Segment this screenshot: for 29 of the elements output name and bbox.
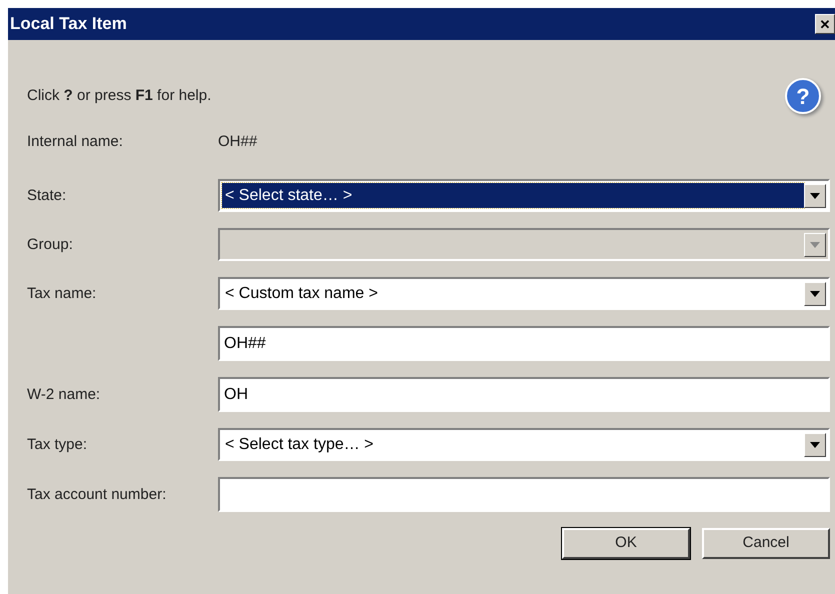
caret-icon [810,192,820,198]
dropdown-button[interactable] [804,282,826,306]
field-label: State: [27,186,66,204]
text-input-field[interactable] [218,477,830,512]
field-label: Group: [27,236,73,252]
field-label: Internal name: [27,133,123,150]
text-input-field[interactable]: OH [218,377,830,412]
internal-name-value: OH## [218,132,258,152]
caret-icon [810,442,820,448]
field-label: Tax account number: [27,486,166,502]
window-title: Local Tax Item [10,13,127,36]
dialog-button[interactable]: Cancel [702,528,830,559]
close-button[interactable]: ✕ [815,14,835,34]
text-input-field[interactable]: OH## [218,326,830,361]
dropdown-field[interactable]: < Custom tax name > [218,277,830,310]
help-hint: Click ? or press F1 for help. [27,86,212,106]
help-button[interactable]: ? [785,78,821,114]
dialog-button[interactable]: OK [562,528,690,559]
field-label: W-2 name: [27,386,100,402]
dropdown-button[interactable] [804,432,826,456]
dropdown-field[interactable]: < Select tax type… > [218,428,830,461]
dropdown-button[interactable] [804,184,826,208]
dropdown-value: < Select tax type… > [224,434,375,454]
caret-icon [810,242,820,248]
dropdown-value: < Custom tax name > [224,284,379,304]
dropdown-field[interactable]: < Select state… > [218,179,830,212]
field-label: Tax type: [27,436,88,452]
field-label: Tax name: [27,284,96,302]
caret-icon [810,290,820,296]
